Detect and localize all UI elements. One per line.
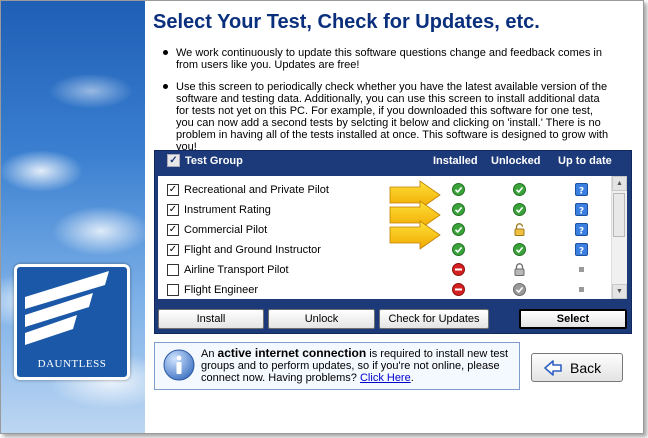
lock-icon: [513, 263, 526, 276]
table-row[interactable]: Flight Engineer: [158, 280, 610, 299]
scroll-up-button[interactable]: ▲: [612, 176, 627, 191]
install-button[interactable]: Install: [158, 309, 264, 329]
header-up-to-date: Up to date: [558, 155, 612, 167]
svg-text:?: ?: [579, 206, 584, 216]
row-checkbox[interactable]: ✓: [167, 244, 179, 256]
row-checkbox[interactable]: ✓: [167, 204, 179, 216]
header-installed: Installed: [433, 155, 478, 167]
row-test-name: Instrument Rating: [184, 204, 271, 216]
back-label: Back: [570, 360, 602, 376]
intro-bullet-1: We work continuously to update this soft…: [161, 47, 611, 71]
highlight-arrows-icon: [389, 180, 441, 250]
table-header: ✓ Test Group Installed Unlocked Up to da…: [155, 151, 631, 171]
intro-text: We work continuously to update this soft…: [161, 47, 611, 163]
check-gray-icon: [513, 283, 526, 296]
lock-open-icon: [513, 223, 526, 236]
info-icon: [163, 349, 195, 381]
select-button[interactable]: Select: [519, 309, 627, 329]
row-test-name: Commercial Pilot: [184, 224, 268, 236]
table-row[interactable]: Airline Transport Pilot: [158, 260, 610, 280]
back-button[interactable]: Back: [531, 353, 623, 382]
info-square-icon: ?: [575, 183, 588, 196]
svg-text:?: ?: [579, 226, 584, 236]
gray-square-icon: [575, 263, 588, 276]
info-square-icon: ?: [575, 223, 588, 236]
dauntless-logo: DAUNTLESS: [14, 264, 130, 380]
row-checkbox[interactable]: [167, 284, 179, 296]
check-for-updates-button[interactable]: Check for Updates: [379, 309, 489, 329]
scroll-down-button[interactable]: ▼: [612, 284, 627, 299]
scroll-thumb[interactable]: [613, 193, 625, 237]
row-test-name: Flight and Ground Instructor: [184, 244, 321, 256]
row-checkbox[interactable]: [167, 264, 179, 276]
app-window: DAUNTLESS Select Your Test, Check for Up…: [0, 0, 644, 434]
info-square-icon: ?: [575, 203, 588, 216]
svg-text:?: ?: [579, 186, 584, 196]
header-test-group: Test Group: [185, 155, 243, 167]
row-checkbox[interactable]: ✓: [167, 184, 179, 196]
page-title: Select Your Test, Check for Updates, etc…: [153, 11, 540, 33]
row-test-name: Airline Transport Pilot: [184, 264, 289, 276]
row-test-name: Recreational and Private Pilot: [184, 184, 329, 196]
info-bold: active internet connection: [217, 346, 367, 360]
check-icon: [513, 203, 526, 216]
list-scrollbar[interactable]: ▲ ▼: [611, 176, 627, 299]
svg-text:?: ?: [579, 246, 584, 256]
intro-bullet-2: Use this screen to periodically check wh…: [161, 81, 611, 153]
row-checkbox[interactable]: ✓: [167, 224, 179, 236]
internet-info-text: An active internet connection is require…: [201, 347, 513, 384]
blocked-icon: [452, 263, 465, 276]
row-test-name: Flight Engineer: [184, 284, 258, 296]
header-unlocked: Unlocked: [491, 155, 541, 167]
info-square-icon: ?: [575, 243, 588, 256]
internet-info-box: An active internet connection is require…: [154, 342, 520, 390]
info-suffix: .: [410, 372, 414, 384]
click-here-link[interactable]: Click Here: [360, 372, 411, 384]
back-arrow-icon: [544, 360, 562, 376]
gray-square-icon: [575, 283, 588, 296]
check-icon: [513, 243, 526, 256]
logo-text: DAUNTLESS: [37, 358, 107, 370]
unlock-button[interactable]: Unlock: [268, 309, 375, 329]
check-icon: [513, 183, 526, 196]
select-all-checkbox[interactable]: ✓: [167, 154, 180, 167]
info-prefix: An: [201, 348, 218, 360]
blocked-icon: [452, 283, 465, 296]
